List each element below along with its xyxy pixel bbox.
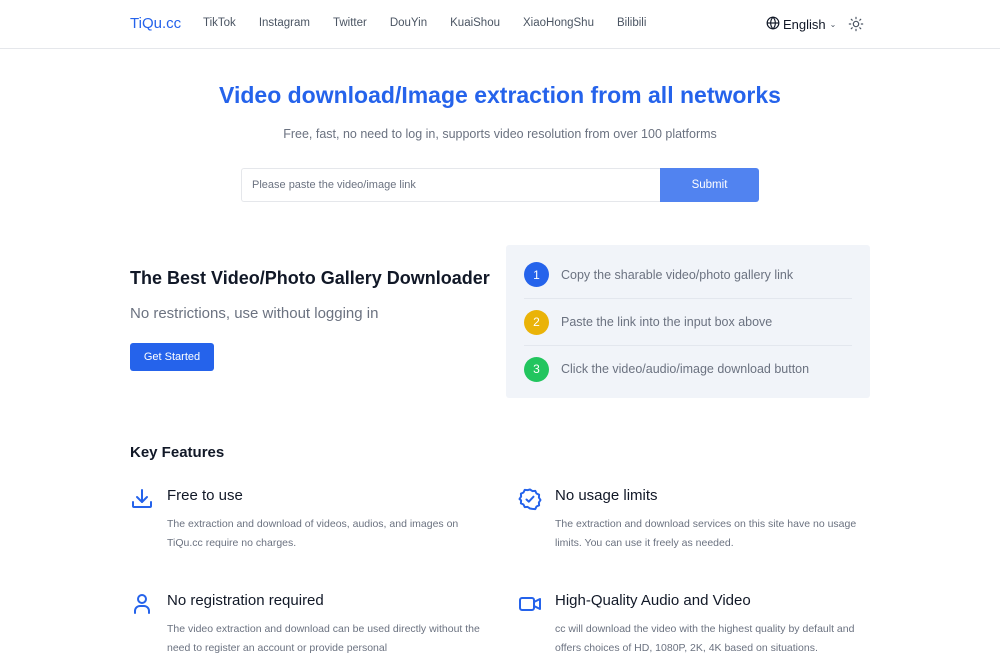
chevron-down-icon: ⌄	[829, 20, 837, 29]
step-item: 3 Click the video/audio/image download b…	[524, 345, 852, 392]
step-text: Click the video/audio/image download but…	[561, 362, 810, 376]
nav-link-instagram[interactable]: Instagram	[259, 17, 310, 29]
link-search-form: Submit	[241, 168, 759, 202]
user-icon	[130, 592, 154, 616]
hero-title: Video download/Image extraction from all…	[219, 82, 781, 108]
promo-subtitle: No restrictions, use without logging in	[130, 305, 379, 322]
globe-icon	[766, 16, 783, 33]
nav-link-xiaohongshu[interactable]: XiaoHongShu	[523, 17, 594, 29]
step-number-badge: 3	[524, 356, 549, 382]
feature-title: High-Quality Audio and Video	[555, 592, 751, 609]
sun-icon[interactable]	[848, 16, 864, 32]
download-icon	[130, 487, 154, 511]
key-features-title: Key Features	[130, 444, 225, 461]
step-number-badge: 2	[524, 309, 549, 335]
step-text: Copy the sharable video/photo gallery li…	[561, 267, 794, 282]
feature-description: The extraction and download of videos, a…	[167, 518, 459, 549]
language-selector[interactable]: English ⌄	[766, 16, 836, 33]
nav-link-twitter[interactable]: Twitter	[333, 17, 367, 29]
nav-link-tiktok[interactable]: TikTok	[203, 17, 236, 29]
step-item: 1 Copy the sharable video/photo gallery …	[524, 251, 852, 298]
logo-link[interactable]: TiQu.cc	[130, 15, 181, 32]
step-number-badge: 1	[524, 262, 549, 287]
feature-description: The extraction and download services on …	[555, 518, 857, 549]
hero-subtitle: Free, fast, no need to log in, supports …	[283, 127, 717, 141]
step-text: Paste the link into the input box above	[561, 315, 773, 329]
nav-link-bilibili[interactable]: Bilibili	[617, 17, 646, 29]
step-item: 2 Paste the link into the input box abov…	[524, 298, 852, 345]
top-navbar: TiQu.cc TikTok Instagram Twitter DouYin …	[0, 0, 1000, 49]
platform-nav: TikTok Instagram Twitter DouYin KuaiShou…	[203, 17, 669, 29]
feature-description: The video extraction and download can be…	[167, 623, 480, 654]
submit-button[interactable]: Submit	[660, 168, 759, 202]
promo-title: The Best Video/Photo Gallery Downloader	[130, 268, 490, 288]
feature-title: Free to use	[167, 487, 243, 504]
get-started-button[interactable]: Get Started	[130, 343, 214, 371]
feature-title: No registration required	[167, 592, 324, 609]
nav-link-douyin[interactable]: DouYin	[390, 17, 427, 29]
language-label: English	[783, 17, 826, 32]
nav-link-kuaishou[interactable]: KuaiShou	[450, 17, 500, 29]
video-camera-icon	[518, 592, 542, 616]
feature-title: No usage limits	[555, 487, 658, 504]
link-input[interactable]	[241, 168, 660, 202]
feature-description: cc will download the video with the high…	[555, 623, 855, 654]
badge-check-icon	[518, 487, 542, 511]
steps-card: 1 Copy the sharable video/photo gallery …	[506, 245, 870, 398]
